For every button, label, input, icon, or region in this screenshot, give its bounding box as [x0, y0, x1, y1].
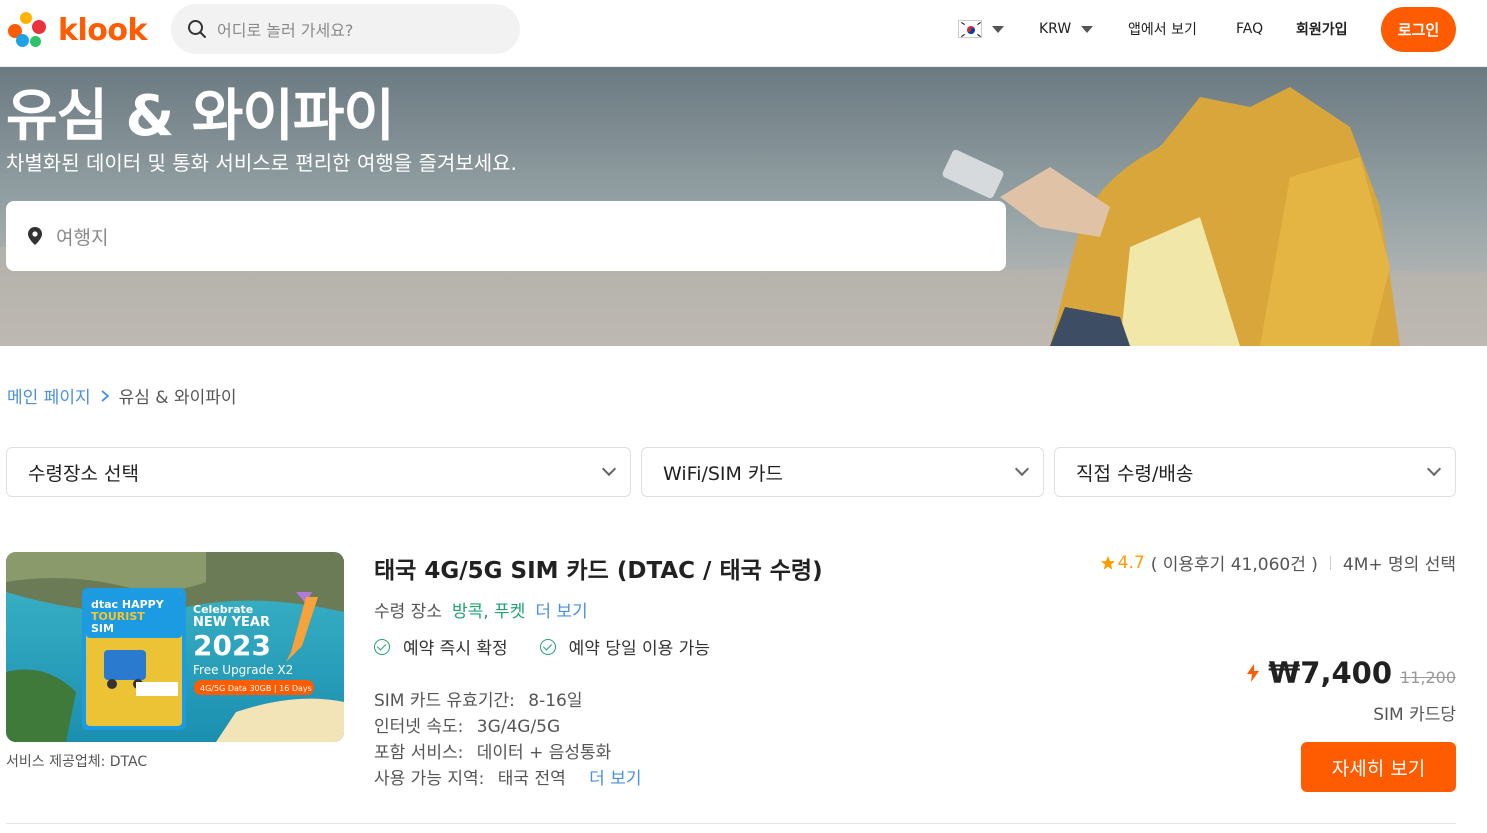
spec-value: 태국 전역: [497, 769, 566, 789]
spec-row: 인터넷 속도: 3G/4G/5G: [374, 714, 641, 740]
filter-delivery-method[interactable]: 직접 수령/배송: [1054, 447, 1456, 497]
product-title[interactable]: 태국 4G/5G SIM 카드 (DTAC / 태국 수령): [374, 551, 823, 585]
thumb-data-text: 4G/5G Data 30GB | 16 Days: [200, 684, 312, 693]
destination-search-input[interactable]: 여행지: [6, 201, 1006, 271]
header-search-placeholder: 어디로 놀러 가세요?: [217, 21, 354, 40]
spec-value: 3G/4G/5G: [476, 717, 561, 737]
provider-label: 서비스 제공업체: DTAC: [6, 754, 148, 770]
hero-subtitle: 차별화된 데이터 및 통화 서비스로 편리한 여행을 즐겨보세요.: [6, 151, 517, 175]
klook-logo-icon: [6, 10, 50, 50]
spec-value: 데이터 + 음성통화: [476, 743, 612, 763]
thumb-new-year-text: NEW YEAR: [193, 615, 270, 630]
pickup-location-more-link[interactable]: 더 보기: [535, 597, 587, 622]
spec-row: 포함 서비스: 데이터 + 음성통화: [374, 740, 641, 766]
spec-value: 8-16일: [528, 691, 583, 711]
review-count[interactable]: ( 이용후기 41,060건 ): [1151, 550, 1318, 575]
star-icon: [1100, 555, 1115, 570]
lightning-icon: [1247, 664, 1260, 682]
login-button[interactable]: 로그인: [1381, 7, 1456, 52]
thumb-sim-text: SIM: [91, 622, 114, 635]
filter-label: 직접 수령/배송: [1076, 462, 1194, 485]
header-search-input[interactable]: 어디로 놀러 가세요?: [171, 4, 520, 54]
korea-flag-icon: [958, 20, 982, 38]
badge-same-day: 예약 당일 이용 가능: [568, 639, 710, 659]
rating-row: 4.7 ( 이용후기 41,060건 ) 4M+ 명의 선택: [1100, 550, 1456, 575]
hero-title: 유심 & 와이파이: [6, 84, 395, 149]
price-unit: SIM 카드당: [1373, 705, 1456, 725]
chevron-down-icon: [1426, 461, 1442, 477]
chevron-down-icon: [601, 461, 617, 477]
badge-instant-confirm: 예약 즉시 확정: [403, 639, 508, 659]
original-price: 11,200: [1400, 668, 1456, 687]
product-specs: SIM 카드 유효기간: 8-16일 인터넷 속도: 3G/4G/5G 포함 서…: [374, 688, 641, 792]
currency-label: KRW: [1039, 21, 1072, 37]
spec-label: SIM 카드 유효기간:: [374, 691, 515, 711]
hero-banner: 유심 & 와이파이 차별화된 데이터 및 통화 서비스로 편리한 여행을 즐겨보…: [0, 67, 1487, 346]
filter-pickup-location[interactable]: 수령장소 선택: [6, 447, 631, 497]
booked-count: 4M+ 명의 선택: [1342, 555, 1456, 575]
thumb-upgrade-text: Free Upgrade X2: [193, 663, 293, 677]
faq-link[interactable]: FAQ: [1236, 0, 1263, 58]
rating-score: 4.7: [1117, 552, 1145, 573]
breadcrumb-home[interactable]: 메인 페이지: [7, 383, 91, 408]
thumb-year-text: 2023: [193, 629, 271, 662]
filter-product-type[interactable]: WiFi/SIM 카드: [641, 447, 1044, 497]
klook-wordmark: klook: [58, 12, 147, 48]
top-header: klook 어디로 놀러 가세요? KRW 앱에서 보기 FAQ 회원가입 로그…: [0, 0, 1487, 67]
spec-label: 인터넷 속도:: [374, 717, 464, 737]
klook-logo[interactable]: klook: [6, 10, 147, 50]
spec-row: 사용 가능 지역: 태국 전역 더 보기: [374, 766, 641, 792]
search-icon: [188, 20, 206, 38]
check-circle-icon: [539, 638, 556, 655]
chevron-right-icon: [101, 389, 110, 402]
product-thumbnail[interactable]: dtac HAPPY TOURIST SIM Celebrate NEW YEA…: [6, 552, 344, 742]
chevron-down-icon: [1081, 25, 1094, 33]
filter-label: WiFi/SIM 카드: [663, 462, 783, 485]
view-details-button[interactable]: 자세히 보기: [1301, 742, 1456, 792]
spec-label: 사용 가능 지역:: [374, 769, 485, 789]
app-link[interactable]: 앱에서 보기: [1128, 0, 1197, 58]
badges-row: 예약 즉시 확정 예약 당일 이용 가능: [374, 634, 710, 659]
pickup-location-value: 방콕, 푸켓: [451, 602, 526, 622]
price-row: ₩7,400 11,200: [1246, 656, 1456, 690]
destination-placeholder: 여행지: [56, 226, 109, 249]
pickup-location-label: 수령 장소: [374, 602, 442, 622]
currency-selector[interactable]: KRW: [1039, 0, 1094, 58]
divider: [6, 823, 1456, 824]
filter-label: 수령장소 선택: [28, 462, 139, 485]
breadcrumb: 메인 페이지 유심 & 와이파이: [7, 383, 237, 408]
check-circle-icon: [374, 638, 390, 655]
spec-label: 포함 서비스:: [374, 743, 464, 763]
specs-more-link[interactable]: 더 보기: [589, 769, 641, 789]
chevron-down-icon: [1014, 461, 1030, 477]
location-pin-icon: [28, 227, 42, 245]
signup-link[interactable]: 회원가입: [1296, 0, 1348, 58]
pickup-location-row: 수령 장소 방콕, 푸켓 더 보기: [374, 597, 588, 622]
divider: [1329, 555, 1331, 570]
current-price: ₩7,400: [1268, 656, 1393, 690]
language-selector[interactable]: [958, 0, 1004, 58]
chevron-down-icon: [992, 25, 1004, 33]
spec-row: SIM 카드 유효기간: 8-16일: [374, 688, 641, 714]
breadcrumb-current: 유심 & 와이파이: [118, 388, 237, 408]
